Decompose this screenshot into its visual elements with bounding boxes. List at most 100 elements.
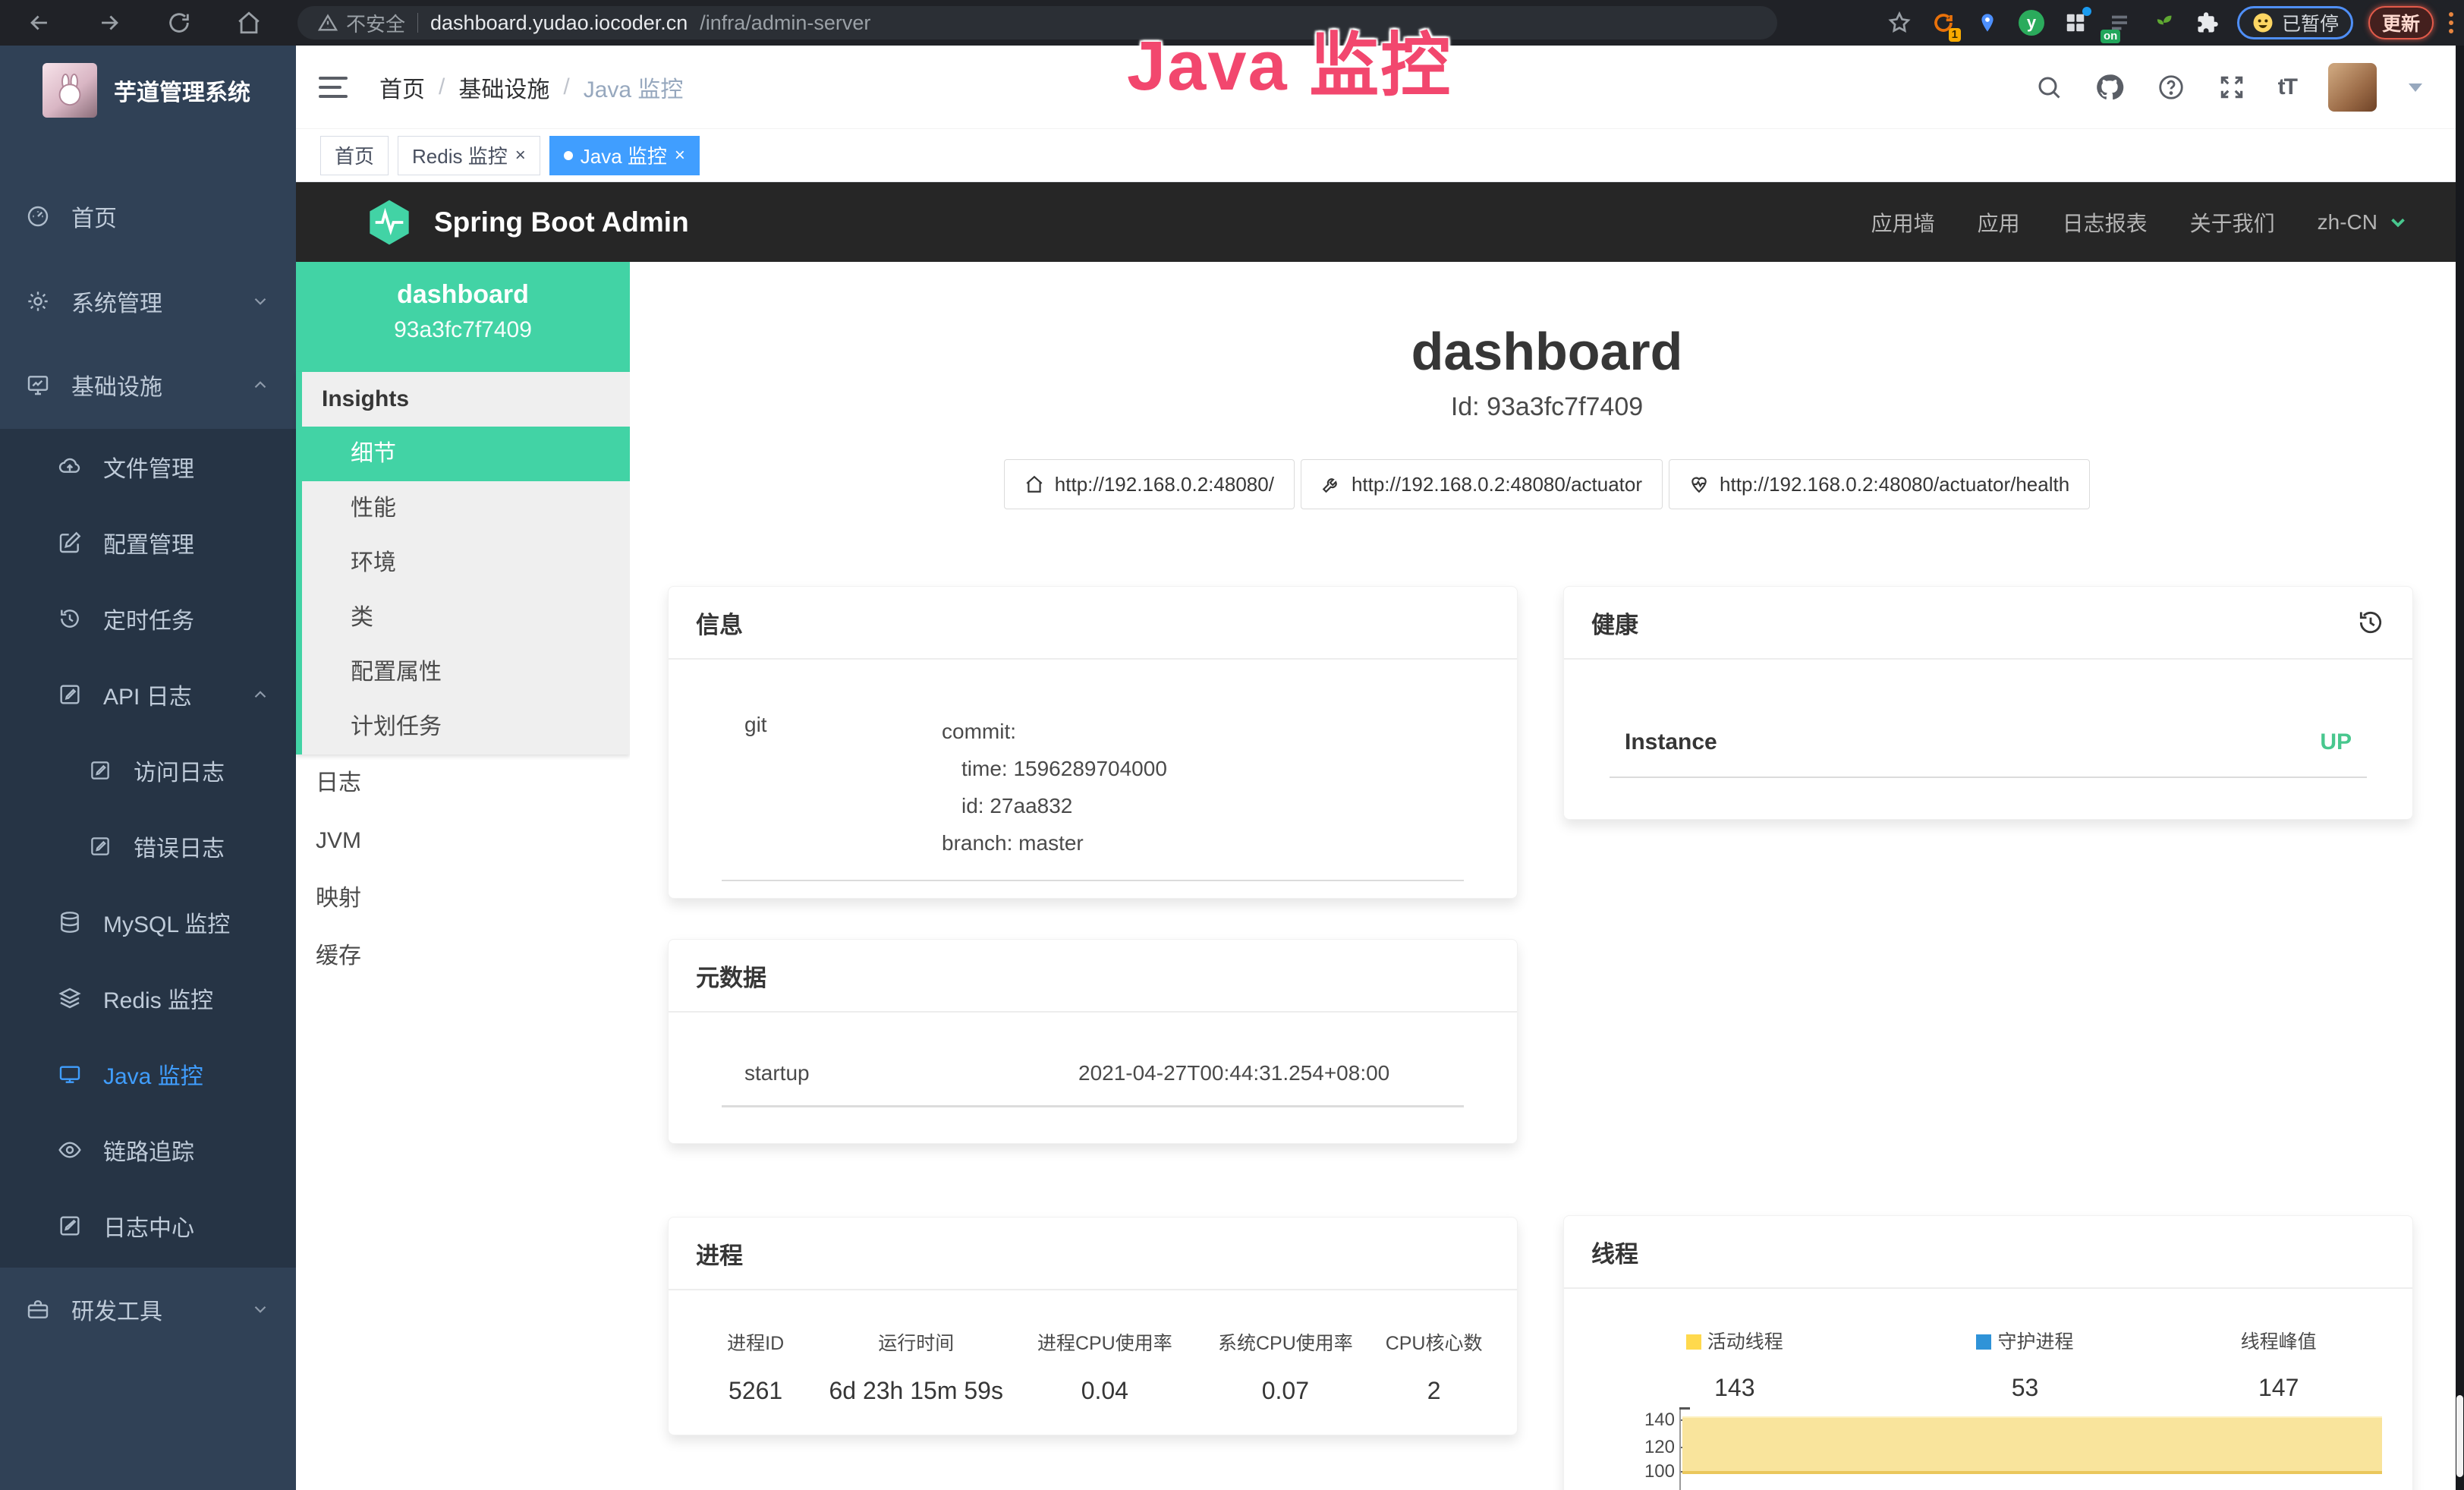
extension-sprout-icon[interactable]	[2149, 8, 2178, 37]
sba-navbar: Spring Boot Admin 应用墙 应用 日志报表 关于我们 zh-CN	[296, 182, 2464, 262]
actuator-url-button[interactable]: http://192.168.0.2:48080/actuator	[1301, 459, 1663, 509]
breadcrumb-home[interactable]: 首页	[379, 71, 425, 104]
user-avatar[interactable]	[2328, 63, 2377, 112]
chevron-up-icon	[250, 685, 270, 704]
threads-values: 143 53 147	[1579, 1374, 2397, 1402]
tab-redis-monitor[interactable]: Redis 监控 ×	[398, 136, 540, 175]
close-icon[interactable]: ×	[675, 146, 685, 165]
git-commit-line: commit:	[942, 713, 1167, 750]
github-icon[interactable]	[2094, 72, 2125, 102]
status-badge: UP	[2320, 729, 2352, 755]
history-icon[interactable]	[2356, 608, 2385, 637]
app-sidebar: 芋道管理系统 首页 系统管理 基础设施 文件管理 配置管理 定时任务 API 日…	[0, 46, 296, 1490]
ytick-100: 100	[1591, 1461, 1675, 1482]
sidebar-item-log-center[interactable]: 日志中心	[0, 1188, 296, 1264]
extensions-puzzle-icon[interactable]	[2193, 8, 2222, 37]
security-label: 不安全	[346, 9, 405, 37]
search-icon[interactable]	[2035, 74, 2063, 101]
sba-nav-applications[interactable]: 应用	[1978, 207, 2020, 238]
extension-refresh-icon[interactable]: 1	[1929, 8, 1958, 37]
address-bar[interactable]: 不安全 dashboard.yudao.iocoder.cn/infra/adm…	[297, 6, 1777, 39]
sba-nav-wall[interactable]: 应用墙	[1871, 207, 1935, 238]
url-path: /infra/admin-server	[700, 11, 870, 35]
page-title: dashboard	[630, 321, 2464, 382]
divider	[722, 880, 1464, 881]
threads-card: 线程 活动线程 守护进程 线程峰值 143 53 147 140 120 100	[1563, 1215, 2413, 1490]
sidebar-item-label: Redis 监控	[103, 981, 213, 1015]
sidebar-item-label: 基础设施	[71, 368, 162, 402]
sba-nav-journal[interactable]: 日志报表	[2063, 207, 2148, 238]
menu-item-jvm[interactable]: JVM	[296, 812, 630, 870]
y-axis-line	[1679, 1407, 1681, 1490]
extension-list-on-icon[interactable]: on	[2105, 8, 2134, 37]
sidebar-item-file-management[interactable]: 文件管理	[0, 429, 296, 505]
caret-down-icon[interactable]	[2409, 83, 2422, 92]
divider	[1610, 777, 2367, 778]
close-icon[interactable]: ×	[515, 146, 526, 165]
info-value: commit: time: 1596289704000 id: 27aa832 …	[942, 713, 1167, 862]
sidebar-item-label: 日志中心	[103, 1209, 194, 1243]
browser-home-icon[interactable]	[229, 3, 269, 43]
browser-update-button[interactable]: 更新	[2368, 6, 2434, 39]
tab-home[interactable]: 首页	[320, 136, 389, 175]
breadcrumb-section[interactable]: 基础设施	[458, 71, 549, 104]
sba-brand[interactable]: Spring Boot Admin	[364, 197, 689, 247]
browser-menu-icon[interactable]	[2449, 12, 2453, 33]
sidebar-item-config-management[interactable]: 配置管理	[0, 505, 296, 581]
menu-item-logfile[interactable]: 日志	[296, 754, 630, 812]
fullscreen-icon[interactable]	[2217, 73, 2246, 102]
cloud-upload-icon	[56, 455, 83, 479]
sidebar-item-tracing[interactable]: 链路追踪	[0, 1112, 296, 1188]
menu-item-details[interactable]: 细节	[302, 427, 630, 481]
menu-item-mappings[interactable]: 映射	[296, 870, 630, 928]
extension-y-icon[interactable]: y	[2017, 8, 2046, 37]
menu-item-metrics[interactable]: 性能	[302, 481, 630, 536]
sidebar-logo[interactable]: 芋道管理系统	[0, 62, 296, 118]
val-process-cpu: 0.04	[1012, 1377, 1197, 1405]
sidebar-item-access-log[interactable]: 访问日志	[0, 732, 296, 808]
tab-java-monitor[interactable]: Java 监控 ×	[549, 136, 700, 175]
profile-paused-chip[interactable]: 已暂停	[2237, 6, 2353, 39]
sba-locale-select[interactable]: zh-CN	[2318, 210, 2409, 235]
bookmark-star-icon[interactable]	[1885, 8, 1914, 37]
menu-item-scheduled-tasks[interactable]: 计划任务	[302, 700, 630, 754]
health-url-button[interactable]: http://192.168.0.2:48080/actuator/health	[1669, 459, 2090, 509]
sidebar-item-mysql-monitor[interactable]: MySQL 监控	[0, 884, 296, 960]
browser-reload-icon[interactable]	[159, 3, 199, 43]
sidebar-item-java-monitor[interactable]: Java 监控	[0, 1036, 296, 1112]
menu-item-environment[interactable]: 环境	[302, 536, 630, 591]
sidebar-item-infrastructure[interactable]: 基础设施	[0, 347, 296, 423]
page-scrollbar[interactable]	[2456, 46, 2464, 1490]
sidebar-item-system[interactable]: 系统管理	[0, 263, 296, 339]
health-row: Instance UP	[1610, 729, 2367, 755]
sidebar-item-home[interactable]: 首页	[0, 178, 296, 254]
extension-grid-icon[interactable]	[2061, 8, 2090, 37]
font-size-icon[interactable]: tT	[2278, 74, 2296, 100]
scrollbar-thumb[interactable]	[2456, 1395, 2463, 1477]
browser-forward-icon[interactable]	[90, 3, 129, 43]
browser-back-icon[interactable]	[20, 3, 59, 43]
menu-item-configprops[interactable]: 配置属性	[302, 645, 630, 700]
instance-header[interactable]: dashboard 93a3fc7f7409	[296, 262, 630, 372]
hamburger-icon[interactable]	[319, 71, 351, 103]
sidebar-item-dev-tools[interactable]: 研发工具	[0, 1271, 296, 1347]
sidebar-item-label: 首页	[71, 200, 117, 233]
sidebar-item-label: 访问日志	[134, 754, 225, 787]
sidebar-item-error-log[interactable]: 错误日志	[0, 808, 296, 884]
sidebar-item-api-log[interactable]: API 日志	[0, 657, 296, 732]
sidebar-item-redis-monitor[interactable]: Redis 监控	[0, 960, 296, 1036]
sba-nav-about[interactable]: 关于我们	[2190, 207, 2275, 238]
menu-item-classes[interactable]: 类	[302, 591, 630, 645]
instance-sidebar: dashboard 93a3fc7f7409 Insights 细节 性能 环境…	[296, 262, 630, 1490]
yellow-swatch	[1686, 1334, 1701, 1350]
git-branch-line: branch: master	[942, 824, 1167, 862]
wrench-icon	[1321, 474, 1341, 494]
sidebar-item-scheduled-jobs[interactable]: 定时任务	[0, 581, 296, 657]
security-status[interactable]: 不安全	[317, 9, 405, 37]
service-url-button[interactable]: http://192.168.0.2:48080/	[1004, 459, 1295, 509]
breadcrumb-separator: /	[563, 74, 569, 100]
menu-item-caches[interactable]: 缓存	[296, 928, 630, 985]
extension-pin-icon[interactable]	[1973, 8, 2002, 37]
help-icon[interactable]	[2157, 73, 2186, 102]
legend-live-threads: 活动线程	[1579, 1327, 1890, 1354]
